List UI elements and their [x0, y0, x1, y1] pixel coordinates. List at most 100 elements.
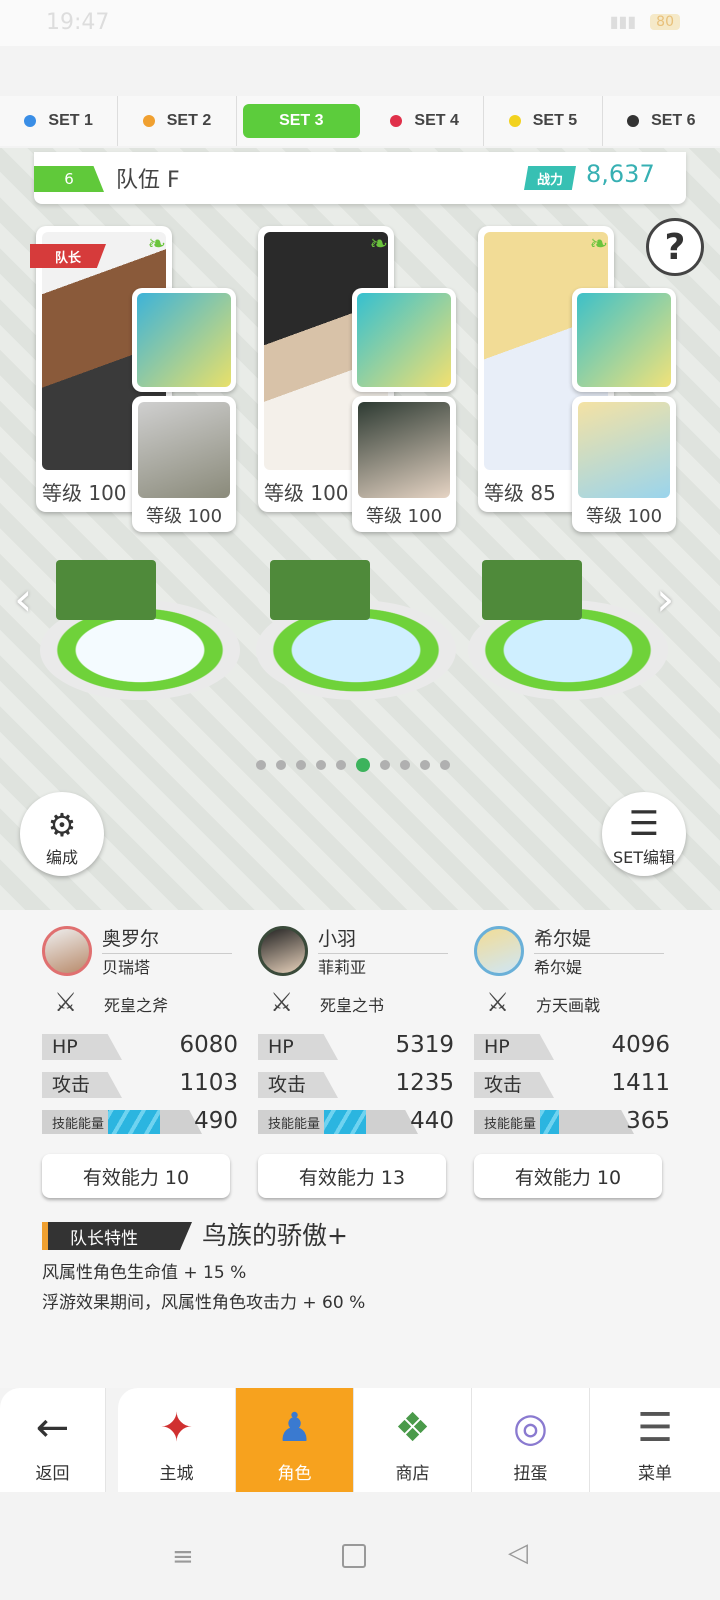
home-icon[interactable]	[342, 1544, 366, 1568]
energy-fill	[540, 1110, 559, 1134]
effective-ability-button[interactable]: 有效能力 10	[42, 1154, 230, 1198]
support-character-card[interactable]: 等级 100	[572, 396, 676, 532]
signal-icon: ▮▮▮	[609, 12, 637, 31]
attack-label: 攻击	[42, 1072, 122, 1098]
page-indicator	[256, 758, 450, 772]
set-color-dot	[142, 115, 155, 127]
set-color-dot	[24, 115, 37, 127]
character-name: 小羽	[318, 924, 448, 954]
hp-value: 5319	[395, 1032, 454, 1058]
page-dot	[380, 760, 390, 770]
hp-row: HP 4096	[474, 1032, 670, 1062]
avatar[interactable]	[258, 926, 308, 976]
weapon-name: 死皇之书	[320, 996, 385, 1015]
character-icon: ♟	[276, 1405, 313, 1451]
energy-label: 技能能量	[484, 1117, 537, 1132]
tab-set-4[interactable]: SET 4	[366, 96, 485, 146]
hp-row: HP 6080	[42, 1032, 238, 1062]
tab-set-6[interactable]: SET 6	[603, 96, 720, 146]
hp-label: HP	[474, 1034, 554, 1060]
wind-element-icon: ❧	[589, 232, 608, 257]
attack-value: 1103	[179, 1070, 238, 1096]
nav-shop-button[interactable]: ❖ 商店	[354, 1388, 472, 1492]
formation-button[interactable]: ⚙ 编成	[20, 792, 104, 876]
page-dot-active	[356, 758, 370, 772]
power-label: 战力	[524, 166, 576, 190]
bottom-nav: ← 返回 ✦ 主城 ♟ 角色 ❖ 商店 ◎ 扭蛋 ☰ 菜单	[0, 1388, 720, 1492]
nav-character-button[interactable]: ♟ 角色	[236, 1388, 354, 1492]
page-dot	[296, 760, 306, 770]
hp-row: HP 5319	[258, 1032, 454, 1062]
weapon-card[interactable]	[572, 288, 676, 392]
pixel-sprite	[482, 560, 582, 620]
set-color-dot	[508, 115, 521, 127]
character-name: 奥罗尔	[102, 924, 232, 954]
support-character-card[interactable]: 等级 100	[132, 396, 236, 532]
support-name: 贝瑞塔	[102, 958, 151, 977]
effective-ability-button[interactable]: 有效能力 13	[258, 1154, 446, 1198]
formation-gear-icon: ⚙	[47, 806, 77, 844]
effective-ability-button[interactable]: 有效能力 10	[474, 1154, 662, 1198]
leader-trait-description: 浮游效果期间，风属性角色攻击力 + 60 %	[42, 1293, 366, 1313]
leader-trait-description: 风属性角色生命值 + 15 %	[42, 1263, 247, 1283]
energy-bar: 技能能量	[42, 1110, 202, 1134]
page-dot	[336, 760, 346, 770]
attack-row: 攻击 1235	[258, 1070, 454, 1100]
support-name: 菲莉亚	[318, 958, 367, 977]
tab-set-1[interactable]: SET 1	[0, 96, 119, 146]
weapon-icon: ⚔	[270, 988, 294, 1018]
help-button[interactable]: ?	[646, 218, 704, 276]
page-dot	[256, 760, 266, 770]
nav-back-button[interactable]: ← 返回	[0, 1388, 106, 1492]
tab-set-3[interactable]: SET 3	[242, 104, 360, 138]
next-arrow-icon[interactable]: ›	[656, 572, 674, 626]
axe-weapon-icon	[137, 293, 231, 387]
nav-gacha-button[interactable]: ◎ 扭蛋	[472, 1388, 590, 1492]
energy-row: 技能能量 490	[42, 1108, 238, 1138]
system-nav-bar: ≡ ◁	[0, 1492, 720, 1600]
avatar[interactable]	[474, 926, 524, 976]
energy-label: 技能能量	[52, 1117, 105, 1132]
weapon-card[interactable]	[352, 288, 456, 392]
avatar[interactable]	[42, 926, 92, 976]
energy-row: 技能能量 365	[474, 1108, 670, 1138]
pixel-sprite	[56, 560, 156, 620]
support-character-card[interactable]: 等级 100	[352, 396, 456, 532]
status-bar: 19:47 ▮▮▮ 80	[0, 0, 720, 46]
weapon-icon: ⚔	[486, 988, 510, 1018]
tab-set-5[interactable]: SET 5	[484, 96, 603, 146]
status-time: 19:47	[46, 10, 110, 35]
page-dot	[400, 760, 410, 770]
nav-town-button[interactable]: ✦ 主城	[118, 1388, 236, 1492]
wind-element-icon: ❧	[147, 232, 166, 257]
wind-element-icon: ❧	[369, 232, 388, 257]
hp-value: 6080	[179, 1032, 238, 1058]
previous-arrow-icon[interactable]: ‹	[14, 572, 32, 626]
set-color-dot	[627, 115, 640, 127]
support-name: 希尔媞	[534, 958, 583, 977]
level-label: 等级 100	[365, 506, 443, 527]
weapon-name: 方天画戟	[536, 996, 601, 1015]
pixel-sprite	[270, 560, 370, 620]
team-name[interactable]: 队伍 F	[116, 162, 180, 194]
halberd-weapon-icon	[577, 293, 671, 387]
back-icon[interactable]: ◁	[508, 1538, 528, 1568]
support-portrait	[138, 402, 230, 498]
gacha-icon: ◎	[513, 1405, 548, 1451]
town-icon: ✦	[159, 1405, 194, 1451]
support-portrait	[578, 402, 670, 498]
shop-icon: ❖	[394, 1405, 431, 1451]
level-label: 等级 100	[145, 506, 223, 527]
set-edit-button[interactable]: ☰ SET编辑	[602, 792, 686, 876]
set-color-dot	[390, 115, 403, 127]
tab-set-2[interactable]: SET 2	[118, 96, 237, 146]
hp-label: HP	[42, 1034, 122, 1060]
recent-apps-icon[interactable]: ≡	[172, 1542, 194, 1572]
character-name: 希尔媞	[534, 924, 664, 954]
weapon-name: 死皇之斧	[104, 996, 169, 1015]
weapon-card[interactable]	[132, 288, 236, 392]
book-weapon-icon	[357, 293, 451, 387]
nav-menu-button[interactable]: ☰ 菜单	[590, 1388, 720, 1492]
attack-label: 攻击	[474, 1072, 554, 1098]
team-number: 6	[34, 166, 104, 192]
